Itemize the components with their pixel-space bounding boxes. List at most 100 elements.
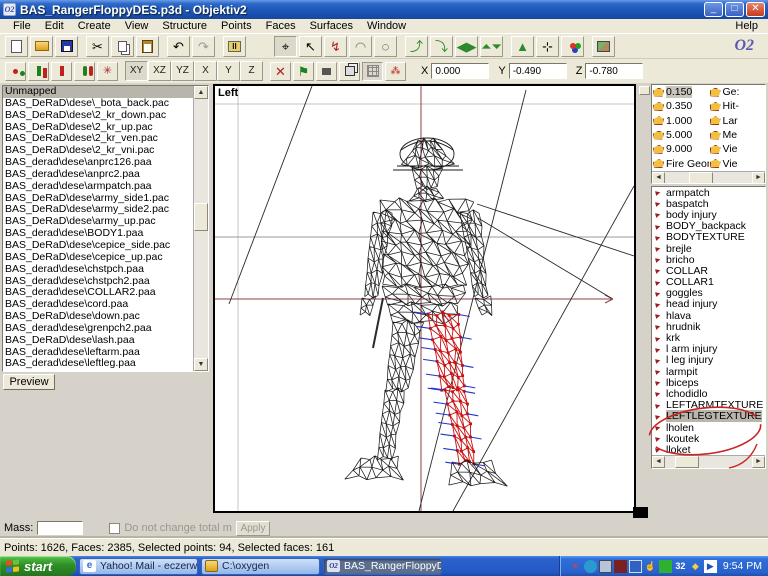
splitter-button[interactable] (639, 86, 650, 95)
selection-item[interactable]: ►baspatch (652, 198, 765, 209)
scroll-up-button[interactable]: ▲ (194, 86, 208, 99)
taskbar-task[interactable]: C:\oxygen (201, 558, 320, 575)
animation-button[interactable]: II (223, 36, 246, 57)
paste-button[interactable] (136, 36, 159, 57)
texture-scrollbar[interactable]: ▲ ▼ (193, 86, 208, 371)
coord-input[interactable] (431, 63, 489, 79)
copy-button[interactable] (111, 36, 134, 57)
color-button[interactable] (561, 36, 584, 57)
selection-item[interactable]: ►goggles (652, 288, 765, 299)
tray-media-player-icon[interactable]: ▶ (704, 560, 717, 573)
scroll-thumb[interactable] (194, 203, 208, 231)
tray-calendar-icon[interactable] (614, 560, 627, 573)
menu-item[interactable]: Surfaces (303, 20, 360, 32)
mass-checkbox[interactable] (109, 523, 120, 534)
cut-button[interactable]: ✂ (86, 36, 109, 57)
scroll-left-button[interactable]: ◄ (652, 456, 665, 468)
coord-input[interactable] (585, 63, 643, 79)
menu-item[interactable]: Edit (38, 20, 71, 32)
select-arrow-button[interactable]: ↖ (299, 36, 322, 57)
texture-list-item[interactable]: BAS_derad\dese\grenpch2.paa (3, 323, 193, 335)
preview-button[interactable]: Preview (3, 374, 55, 390)
lod-item[interactable]: Vie (709, 142, 766, 156)
menu-item[interactable]: Create (71, 20, 118, 32)
mirror-h-button[interactable]: ⏶⏷ (480, 36, 503, 57)
selection-item[interactable]: ►lchodidlo (652, 388, 765, 399)
grid-toggle-button[interactable] (362, 62, 383, 81)
scroll-right-button[interactable]: ► (752, 172, 765, 184)
info-button[interactable]: ▲ (511, 36, 534, 57)
texture-list-item[interactable]: BAS_DeRaD\dese\_bota_back.pac (3, 98, 193, 110)
lod-item[interactable]: Fire Geometry (652, 156, 709, 170)
import-button[interactable]: ⤴ (405, 36, 428, 57)
tray-hand-icon[interactable]: ☝ (644, 560, 657, 573)
undo-button[interactable]: ↶ (167, 36, 190, 57)
lod-item[interactable]: Hit- (709, 99, 766, 113)
maximize-button[interactable]: □ (725, 2, 744, 17)
segments-mode-button[interactable] (51, 62, 72, 81)
selection-item[interactable]: ►brejle (652, 243, 765, 254)
export-button[interactable]: ⤵ (430, 36, 453, 57)
selection-hscrollbar[interactable]: ◄ ► (652, 455, 765, 468)
texture-button[interactable] (592, 36, 615, 57)
coord-input[interactable] (509, 63, 567, 79)
new-file-button[interactable] (5, 36, 28, 57)
menu-item[interactable]: Window (360, 20, 413, 32)
close-button[interactable]: ✕ (746, 2, 765, 17)
lod-item[interactable]: 0.150 (652, 85, 709, 99)
plane-button[interactable]: XZ (148, 61, 171, 81)
menu-item[interactable]: File (6, 20, 38, 32)
minimize-button[interactable]: _ (704, 2, 723, 17)
points-mode-button[interactable] (5, 62, 26, 81)
lod-item[interactable]: 5.000 (652, 128, 709, 142)
selection-item[interactable]: ►body injury (652, 209, 765, 220)
selection-item[interactable]: ►hrudnik (652, 321, 765, 332)
texture-list-item[interactable]: BAS_DeRaD\dese\2_kr_down.pac (3, 110, 193, 122)
selection-item[interactable]: ►LEFTLEGTEXTURE (652, 411, 765, 422)
scatter-mode-button[interactable]: ✳ (97, 62, 118, 81)
selection-item[interactable]: ►hlava (652, 310, 765, 321)
scroll-track[interactable] (665, 456, 752, 468)
selection-item[interactable]: ►l arm injury (652, 344, 765, 355)
menu-item-help[interactable]: Help (729, 19, 764, 33)
texture-list-item[interactable]: BAS_derad\dese\armpatch.paa (3, 181, 193, 193)
selection-item[interactable]: ►COLLAR1 (652, 277, 765, 288)
menu-item[interactable]: Points (214, 20, 259, 32)
selection-item[interactable]: ►armpatch (652, 187, 765, 198)
taskbar-clock[interactable]: 9:54 PM (723, 560, 762, 572)
lasso-select-button[interactable]: ↯ (324, 36, 347, 57)
lod-item[interactable]: Vie (709, 156, 766, 170)
selection-item[interactable]: ►l leg injury (652, 355, 765, 366)
lod-item[interactable]: Me (709, 128, 766, 142)
selection-item[interactable]: ►BODY_backpack (652, 221, 765, 232)
magnifier-button[interactable]: ◌ (374, 36, 397, 57)
zoom-select-button[interactable]: ⌖ (274, 36, 297, 57)
tray-display-icon[interactable] (629, 560, 642, 573)
scroll-track[interactable] (194, 99, 208, 358)
start-button[interactable]: start (0, 556, 76, 576)
selection-item[interactable]: ►larmpit (652, 366, 765, 377)
texture-list-item[interactable]: BAS_DeRaD\dese\lash.paa (3, 335, 193, 347)
hide-selection-button[interactable]: ✕ (270, 62, 291, 81)
plane-button[interactable]: XY (125, 61, 148, 81)
scroll-left-button[interactable]: ◄ (652, 172, 665, 184)
vertex-cloud-button[interactable]: ⁂ (385, 62, 406, 81)
texture-list-item[interactable]: BAS_derad\dese\leftleg.paa (3, 358, 193, 370)
plane-button[interactable]: YZ (171, 61, 194, 81)
selection-item[interactable]: ►lbiceps (652, 377, 765, 388)
selection-item[interactable]: ►krk (652, 332, 765, 343)
lod-item[interactable]: 9.000 (652, 142, 709, 156)
tray-globe-icon[interactable] (584, 560, 597, 573)
shade-button[interactable] (316, 62, 337, 81)
selection-item[interactable]: ►BODYTEXTURE (652, 232, 765, 243)
scroll-track[interactable] (665, 172, 752, 184)
lod-item[interactable]: Lar (709, 114, 766, 128)
3d-viewport[interactable]: Left (213, 84, 636, 513)
apply-button[interactable]: Apply (236, 521, 270, 536)
selection-item[interactable]: ►head injury (652, 299, 765, 310)
mass-input[interactable] (37, 521, 83, 535)
wire-cube-button[interactable] (339, 62, 360, 81)
taskbar-task[interactable]: BAS_RangerFloppyD... (323, 558, 442, 575)
faces-mode-button[interactable] (28, 62, 49, 81)
menu-item[interactable]: View (118, 20, 156, 32)
